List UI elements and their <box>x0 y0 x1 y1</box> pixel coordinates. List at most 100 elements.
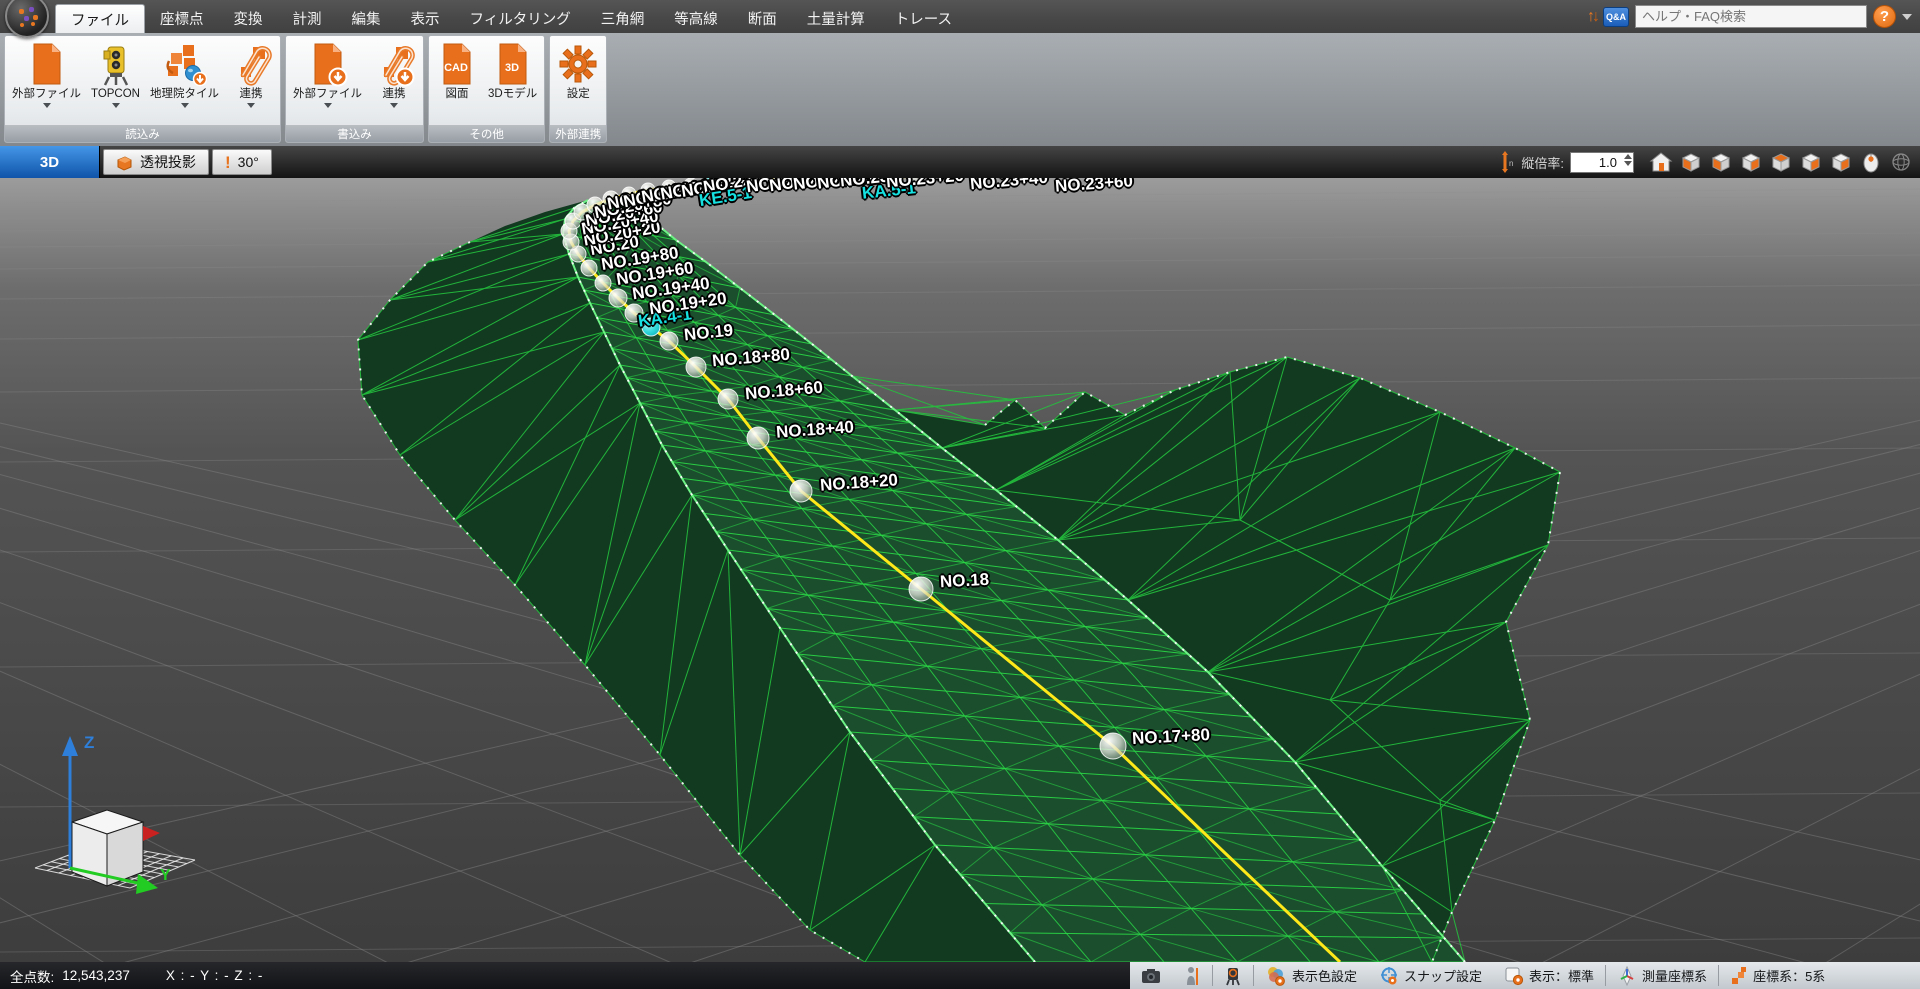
view-cube-right-icon[interactable] <box>1738 149 1764 175</box>
ribbon-button-3-0[interactable]: 設定 <box>552 38 604 125</box>
menu-tab-11[interactable]: トレース <box>880 4 967 33</box>
link-import-icon <box>229 40 273 88</box>
gear-icon <box>557 40 599 88</box>
dropdown-arrow-icon[interactable] <box>112 103 120 108</box>
ribbon-button-0-2[interactable]: 地理院タイル <box>145 38 224 125</box>
view-toolbar: 3D 透視投影 ! 30° n 縦倍率: <box>0 146 1920 178</box>
ribbon-group-2: CAD 図面 3D 3Dモデルその他 <box>428 35 545 143</box>
ribbon-button-1-0[interactable]: 外部ファイル <box>288 38 367 125</box>
help-icon[interactable]: ? <box>1873 5 1896 28</box>
ribbon-button-0-0[interactable]: 外部ファイル <box>7 38 86 125</box>
menu-tab-7[interactable]: 三角網 <box>586 4 660 33</box>
menu-tab-3[interactable]: 計測 <box>278 4 337 33</box>
menu-tab-9[interactable]: 断面 <box>733 4 792 33</box>
model3d-icon: 3D <box>492 40 534 88</box>
status-item-label: スナップ設定 <box>1404 966 1482 985</box>
status-item-label: 表示：標準 <box>1529 966 1594 985</box>
sort-arrows-icon[interactable]: ↑↓ <box>1587 4 1597 29</box>
status-item-4[interactable]: 座標系：5系 <box>1719 962 1836 989</box>
status-item-label: 表示色設定 <box>1292 966 1357 985</box>
view-cube-back-icon[interactable] <box>1798 149 1824 175</box>
camera-icon[interactable] <box>1130 962 1172 989</box>
view-cube-front-icon[interactable] <box>1678 149 1704 175</box>
ribbon-button-0-1[interactable]: TOPCON <box>86 38 145 125</box>
ribbon-group-1: 外部ファイル 連携書込み <box>285 35 424 143</box>
svg-text:CAD: CAD <box>444 62 468 74</box>
menu-tabs: ファイル座標点変換計測編集表示フィルタリング三角網等高線断面土量計算トレース <box>55 4 967 33</box>
dropdown-arrow-icon[interactable] <box>324 103 332 108</box>
total-points-value: 12,543,237 <box>62 968 130 983</box>
svg-text:3D: 3D <box>505 62 519 74</box>
cad-icon: CAD <box>436 40 478 88</box>
vertical-scale-label: 縦倍率: <box>1521 153 1564 172</box>
dropdown-arrow-icon[interactable] <box>43 103 51 108</box>
view-angle-button[interactable]: ! 30° <box>212 149 272 175</box>
vertical-exaggeration-icon: n <box>1501 151 1515 173</box>
view-cube-left-icon[interactable] <box>1708 149 1734 175</box>
application-window: ファイル座標点変換計測編集表示フィルタリング三角網等高線断面土量計算トレース ↑… <box>0 0 1920 989</box>
status-item-1[interactable]: スナップ設定 <box>1368 962 1493 989</box>
perspective-projection-button[interactable]: 透視投影 <box>103 149 209 175</box>
menu-tab-6[interactable]: フィルタリング <box>455 4 586 33</box>
ribbon-button-0-3[interactable]: 連携 <box>224 38 278 125</box>
svg-text:Y: Y <box>160 867 171 884</box>
menu-tab-2[interactable]: 変換 <box>219 4 278 33</box>
view-mode-3d-button[interactable]: 3D <box>0 146 100 178</box>
ribbon-group-label: 書込み <box>286 125 423 142</box>
ribbon-button-label: 設定 <box>567 88 590 101</box>
link-export-icon <box>372 40 416 88</box>
view-toolbar-right: n 縦倍率: <box>1501 146 1914 178</box>
menu-tab-8[interactable]: 等高線 <box>659 4 733 33</box>
3d-viewport[interactable]: ZY <box>0 178 1920 962</box>
status-item-2[interactable]: 表示：標準 <box>1493 962 1605 989</box>
file-export-icon <box>307 40 349 88</box>
station-icon[interactable] <box>1213 962 1253 989</box>
chevron-down-icon[interactable] <box>1902 14 1912 20</box>
status-item-3[interactable]: 測量座標系 <box>1606 962 1718 989</box>
svg-text:Z: Z <box>84 733 94 752</box>
qa-icon[interactable]: Q&A <box>1603 7 1629 27</box>
perspective-cube-icon <box>116 154 133 171</box>
orbit-icon[interactable] <box>1888 149 1914 175</box>
ribbon-button-label: 外部ファイル <box>293 88 362 101</box>
menu-tab-1[interactable]: 座標点 <box>145 4 219 33</box>
dropdown-arrow-icon[interactable] <box>181 103 189 108</box>
ribbon-button-label: 3Dモデル <box>488 88 537 101</box>
view-cube-bottom-icon[interactable] <box>1828 149 1854 175</box>
ribbon-group-label: その他 <box>429 125 544 142</box>
menu-tab-10[interactable]: 土量計算 <box>792 4 880 33</box>
vertical-scale-spinner[interactable] <box>1624 154 1632 166</box>
ribbon-group-3: 設定外部連携 <box>549 35 607 143</box>
mouse-settings-icon[interactable] <box>1858 149 1884 175</box>
app-logo-button[interactable] <box>5 0 49 38</box>
ribbon-button-label: 図面 <box>446 88 469 101</box>
cursor-coordinates: X : - Y : - Z : - <box>166 968 264 983</box>
point-count: 全点数: 12,543,237 X : - Y : - Z : - <box>0 966 263 986</box>
status-item-0[interactable]: 表示色設定 <box>1254 962 1368 989</box>
status-item-label: 座標系：5系 <box>1753 966 1825 985</box>
file-import-icon <box>26 40 68 88</box>
status-bar-right: 表示色設定 スナップ設定 表示：標準測量座標系 座標系：5系 <box>1130 962 1920 989</box>
ribbon-button-2-1[interactable]: 3D 3Dモデル <box>483 38 542 125</box>
gsi-tile-icon <box>163 40 207 88</box>
menu-tab-4[interactable]: 編集 <box>337 4 396 33</box>
dropdown-arrow-icon[interactable] <box>390 103 398 108</box>
help-search-input[interactable] <box>1635 5 1867 28</box>
menu-tab-0[interactable]: ファイル <box>55 4 145 33</box>
ribbon-button-2-0[interactable]: CAD 図面 <box>431 38 483 125</box>
menu-tab-5[interactable]: 表示 <box>396 4 455 33</box>
ribbon-button-label: 外部ファイル <box>12 88 81 101</box>
dropdown-arrow-icon[interactable] <box>247 103 255 108</box>
topcon-icon <box>96 40 136 88</box>
menu-bar: ファイル座標点変換計測編集表示フィルタリング三角網等高線断面土量計算トレース ↑… <box>0 0 1920 33</box>
status-bar: 全点数: 12,543,237 X : - Y : - Z : - 表示色設定 ス… <box>0 962 1920 989</box>
menubar-right-cluster: ↑↓ Q&A ? <box>1587 4 1912 29</box>
ribbon-group-label: 外部連携 <box>550 125 606 142</box>
ribbon-group-0: 外部ファイル TOPCON 地理院タイル 連携読込み <box>4 35 281 143</box>
home-icon[interactable] <box>1648 149 1674 175</box>
ribbon-button-label: 地理院タイル <box>150 88 219 101</box>
ribbon-button-1-1[interactable]: 連携 <box>367 38 421 125</box>
view-cube-top-icon[interactable] <box>1768 149 1794 175</box>
ribbon-button-label: 連携 <box>383 88 406 101</box>
surveyor-icon[interactable] <box>1172 962 1212 989</box>
